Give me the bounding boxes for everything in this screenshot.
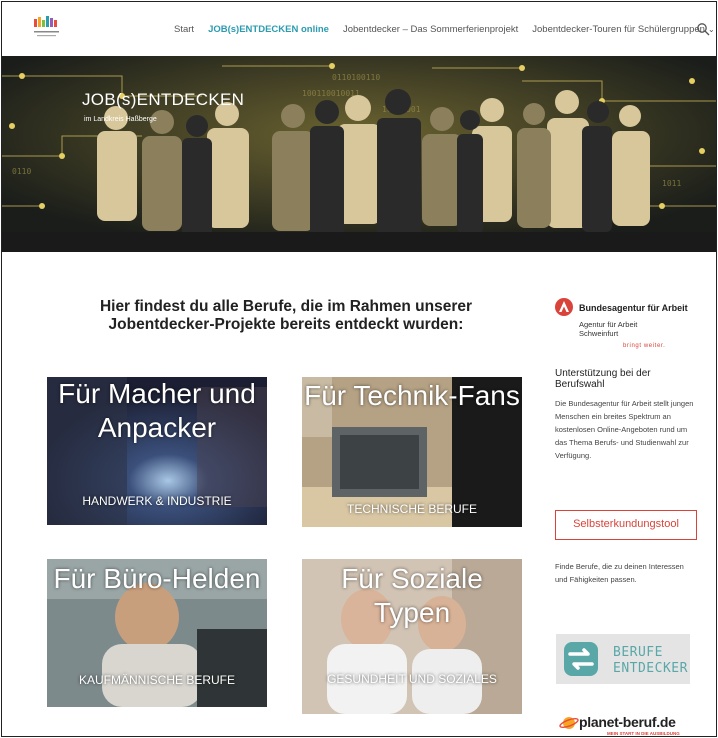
card-title: Für Macher und Anpacker <box>58 378 256 443</box>
card-title: Für Technik-Fans <box>304 380 520 411</box>
planet-icon[interactable] <box>559 712 579 732</box>
selbsterkundungstool-button[interactable]: Selbsterkundungstool <box>555 510 697 540</box>
card-title: Für Büro-Helden <box>53 563 261 594</box>
card-title: Für Soziale Typen <box>341 563 483 628</box>
sidebar-text: Die Bundesagentur für Arbeit stellt jung… <box>555 399 694 460</box>
ba-name: Bundesagentur für Arbeit <box>579 303 688 313</box>
card-technische-berufe[interactable]: Für Technik-Fans TECHNISCHE BERUFE <box>302 377 522 527</box>
search-icon[interactable] <box>696 22 710 36</box>
card-category: TECHNISCHE BERUFE <box>346 502 477 516</box>
card-category: GESUNDHEIT UND SOZIALES <box>327 672 497 686</box>
svg-text:0110100110: 0110100110 <box>332 73 380 82</box>
sidebar-heading: Unterstützung bei der Berufswahl <box>555 368 651 390</box>
bundesagentur-logo-icon[interactable] <box>555 298 573 316</box>
card-category: HANDWERK & INDUSTRIE <box>82 494 232 508</box>
ba-location: Schweinfurt <box>579 329 619 338</box>
berufe-entdecker-line-1: BERUFE <box>613 645 663 660</box>
site-header: Start JOB(s)ENTDECKEN online Jobentdecke… <box>2 2 716 56</box>
page: Start JOB(s)ENTDECKEN online Jobentdecke… <box>1 1 717 737</box>
svg-text:100110010011: 100110010011 <box>302 89 360 98</box>
hero-subtitle: im Landkreis Haßberge <box>84 116 157 123</box>
card-handwerk-industrie[interactable]: Für Macher und Anpacker HANDWERK & INDUS… <box>47 377 267 525</box>
planet-beruf-logo-text[interactable]: planet-beruf.de <box>579 714 676 730</box>
berufe-entdecker-icon <box>564 642 598 676</box>
card-kaufmaennische-berufe[interactable]: Für Büro-Helden KAUFMÄNNISCHE BERUFE <box>47 559 267 707</box>
ba-slogan: bringt weiter. <box>623 343 666 349</box>
site-logo[interactable] <box>32 15 62 41</box>
ba-agency: Agentur für Arbeit <box>579 320 638 329</box>
hero-illustration: 0110100110 100110010011 10011001 0110 10… <box>2 56 716 252</box>
nav-item-sommerferienprojekt[interactable]: Jobentdecker – Das Sommerferienprojekt <box>343 24 518 35</box>
berufe-entdecker-line-2: ENTDECKER <box>613 661 688 676</box>
sidebar-text-2: Finde Berufe, die zu deinen Interessen u… <box>555 562 684 584</box>
nav-item-jobsentdecken-online[interactable]: JOB(s)ENTDECKEN online <box>208 24 329 35</box>
card-category: KAUFMÄNNISCHE BERUFE <box>78 673 236 687</box>
svg-text:1011: 1011 <box>662 179 681 188</box>
planet-beruf-slogan: MEIN START IN DIE AUSBILDUNG <box>607 731 680 736</box>
nav-item-start[interactable]: Start <box>174 24 194 35</box>
nav-item-touren[interactable]: Jobentdecker-Touren für Schülergruppen ⌄ <box>532 24 714 35</box>
main-nav: Start JOB(s)ENTDECKEN online Jobentdecke… <box>174 24 716 35</box>
hero-banner: 0110100110 100110010011 10011001 0110 10… <box>2 56 716 252</box>
svg-text:0110: 0110 <box>12 167 31 176</box>
intro-heading: Hier findest du alle Berufe, die im Rahm… <box>99 298 473 333</box>
card-gesundheit-soziales[interactable]: Für Soziale Typen GESUNDHEIT UND SOZIALE… <box>302 559 522 714</box>
nav-item-touren-label: Jobentdecker-Touren für Schülergruppen <box>532 24 705 35</box>
hero-title: JOB(s)ENTDECKEN <box>82 90 245 109</box>
berufe-entdecker-banner[interactable]: BERUFE ENTDECKER <box>556 634 690 684</box>
